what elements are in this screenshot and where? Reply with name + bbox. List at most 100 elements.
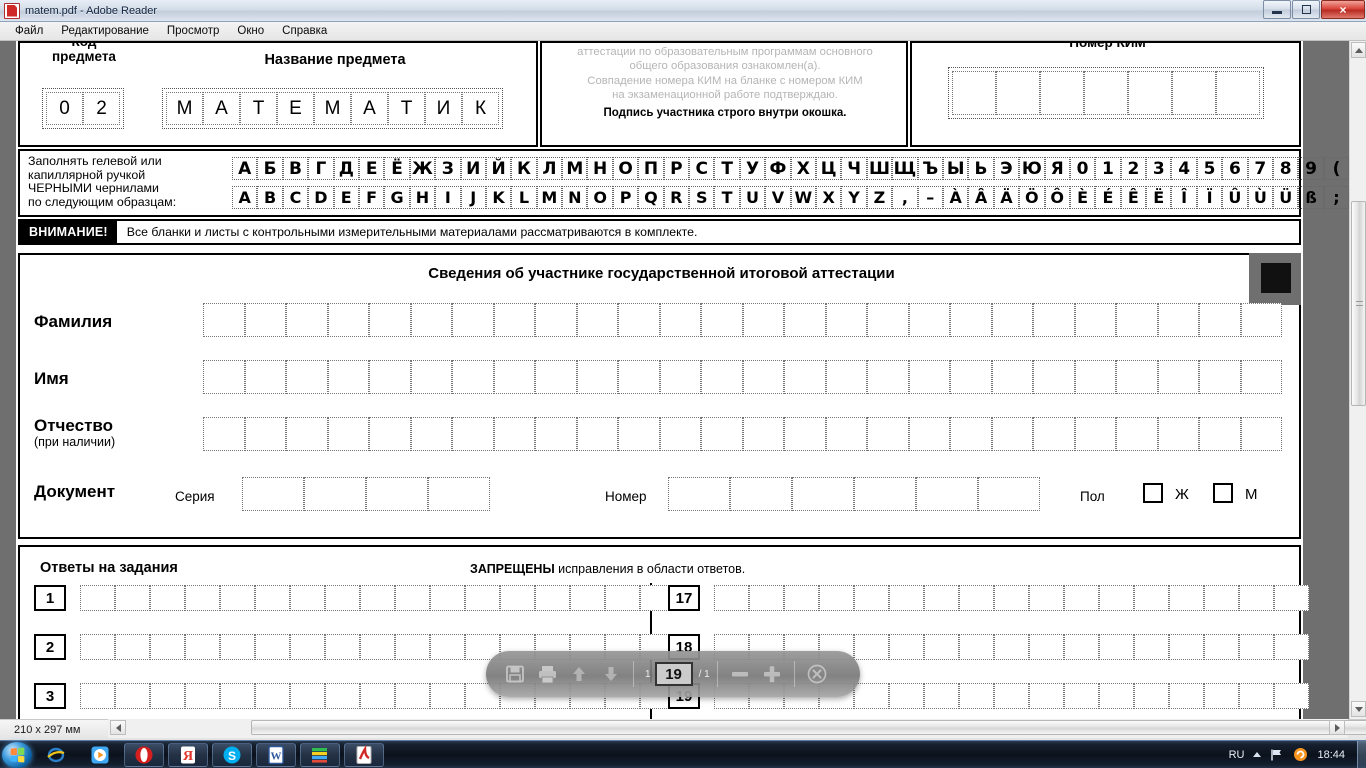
right-answer-cell[interactable] (1204, 683, 1239, 709)
tray-update-icon[interactable] (1293, 747, 1308, 762)
firstname-cell[interactable] (327, 360, 369, 394)
surname-cell[interactable] (1033, 303, 1075, 337)
left-answer-cell[interactable] (185, 683, 220, 709)
right-answer-cell[interactable] (889, 634, 924, 660)
right-answer-cell[interactable] (1169, 683, 1204, 709)
firstname-cell[interactable] (1199, 360, 1241, 394)
right-answer-cell[interactable] (1064, 634, 1099, 660)
taskbar-item-internet-explorer[interactable] (36, 743, 76, 767)
kim-cell[interactable] (996, 71, 1040, 115)
surname-cell[interactable] (825, 303, 867, 337)
right-answer-cell[interactable] (784, 585, 819, 611)
vertical-scrollbar[interactable] (1349, 41, 1366, 719)
right-answer-cell[interactable] (1239, 683, 1274, 709)
right-answer-cell[interactable] (1169, 585, 1204, 611)
zoom-out-icon[interactable] (725, 659, 755, 689)
patronymic-cell[interactable] (369, 417, 411, 451)
left-answer-cell[interactable] (115, 634, 150, 660)
left-answer-cell[interactable] (150, 585, 185, 611)
field-input-surname[interactable] (203, 303, 1282, 337)
surname-cell[interactable] (244, 303, 286, 337)
firstname-cell[interactable] (576, 360, 618, 394)
series-cell[interactable] (366, 477, 428, 511)
surname-cell[interactable] (1157, 303, 1199, 337)
surname-cell[interactable] (618, 303, 660, 337)
patronymic-cell[interactable] (1240, 417, 1282, 451)
left-answer-cell[interactable] (430, 634, 465, 660)
scroll-up-button[interactable] (1351, 42, 1366, 58)
right-answer-cell[interactable] (1029, 683, 1064, 709)
field-input-patronymic[interactable] (203, 417, 1282, 451)
left-answer-cell[interactable] (500, 585, 535, 611)
checkbox-sex-female[interactable] (1143, 483, 1163, 503)
right-answer-cell[interactable] (749, 585, 784, 611)
patronymic-cell[interactable] (1116, 417, 1158, 451)
firstname-cell[interactable] (203, 360, 245, 394)
kim-cell[interactable] (1128, 71, 1172, 115)
surname-cell[interactable] (991, 303, 1033, 337)
kim-cell[interactable] (1216, 71, 1260, 115)
firstname-cell[interactable] (1240, 360, 1282, 394)
field-input-series[interactable] (242, 477, 490, 511)
left-answer-cell[interactable] (255, 634, 290, 660)
right-answer-cell[interactable] (854, 683, 889, 709)
left-answer-cell[interactable] (535, 585, 570, 611)
surname-cell[interactable] (410, 303, 452, 337)
right-answer-cell[interactable] (889, 585, 924, 611)
left-answer-cell[interactable] (220, 683, 255, 709)
subject-name-cell[interactable]: И (425, 92, 462, 125)
firstname-cell[interactable] (286, 360, 328, 394)
right-answer-cell[interactable] (1099, 585, 1134, 611)
left-answer-cell[interactable] (395, 634, 430, 660)
right-answer-cell[interactable] (924, 683, 959, 709)
left-answer-cell[interactable] (325, 585, 360, 611)
right-answer-cell[interactable] (1274, 683, 1309, 709)
tray-clock[interactable]: 18:44 (1317, 749, 1345, 761)
surname-cell[interactable] (908, 303, 950, 337)
firstname-cell[interactable] (784, 360, 826, 394)
subject-name-cell[interactable]: К (462, 92, 499, 125)
firstname-cell[interactable] (701, 360, 743, 394)
tray-expand-icon[interactable] (1253, 752, 1262, 757)
left-answer-cell[interactable] (290, 683, 325, 709)
left-answer-cell[interactable] (220, 585, 255, 611)
number-cell[interactable] (668, 477, 730, 511)
close-button[interactable]: × (1321, 0, 1365, 19)
left-answer-cell[interactable] (395, 683, 430, 709)
left-answer-cell[interactable] (360, 585, 395, 611)
right-answer-cell[interactable] (1239, 585, 1274, 611)
firstname-cell[interactable] (618, 360, 660, 394)
maximize-button[interactable] (1292, 0, 1320, 19)
page-down-icon[interactable] (596, 659, 626, 689)
scroll-down-button[interactable] (1351, 701, 1366, 717)
taskbar-item-word[interactable]: W (256, 742, 296, 767)
right-answer-cell[interactable] (959, 585, 994, 611)
patronymic-cell[interactable] (327, 417, 369, 451)
surname-cell[interactable] (1199, 303, 1241, 337)
left-answer-cell[interactable] (360, 634, 395, 660)
patronymic-cell[interactable] (659, 417, 701, 451)
surname-cell[interactable] (452, 303, 494, 337)
right-answer-cell[interactable] (959, 683, 994, 709)
firstname-cell[interactable] (908, 360, 950, 394)
left-answer-cell[interactable] (360, 683, 395, 709)
subject-code-cell[interactable]: 0 (46, 92, 83, 125)
save-icon[interactable] (500, 659, 530, 689)
field-input-number[interactable] (668, 477, 1040, 511)
surname-cell[interactable] (659, 303, 701, 337)
horizontal-scrollbar[interactable] (108, 719, 1366, 738)
tray-language-indicator[interactable]: RU (1229, 749, 1245, 761)
firstname-cell[interactable] (369, 360, 411, 394)
subject-name-cell[interactable]: Е (277, 92, 314, 125)
left-answer-cell[interactable] (605, 585, 640, 611)
patronymic-cell[interactable] (535, 417, 577, 451)
patronymic-cell[interactable] (1074, 417, 1116, 451)
floating-pdf-toolbar[interactable]: 1 19 / 1 (486, 651, 860, 697)
patronymic-cell[interactable] (908, 417, 950, 451)
left-answer-cell[interactable] (150, 683, 185, 709)
page-number-input[interactable]: 19 (654, 662, 693, 686)
minimize-button[interactable] (1263, 0, 1291, 19)
patronymic-cell[interactable] (784, 417, 826, 451)
subject-code-cell[interactable]: 2 (83, 92, 120, 125)
surname-cell[interactable] (1074, 303, 1116, 337)
